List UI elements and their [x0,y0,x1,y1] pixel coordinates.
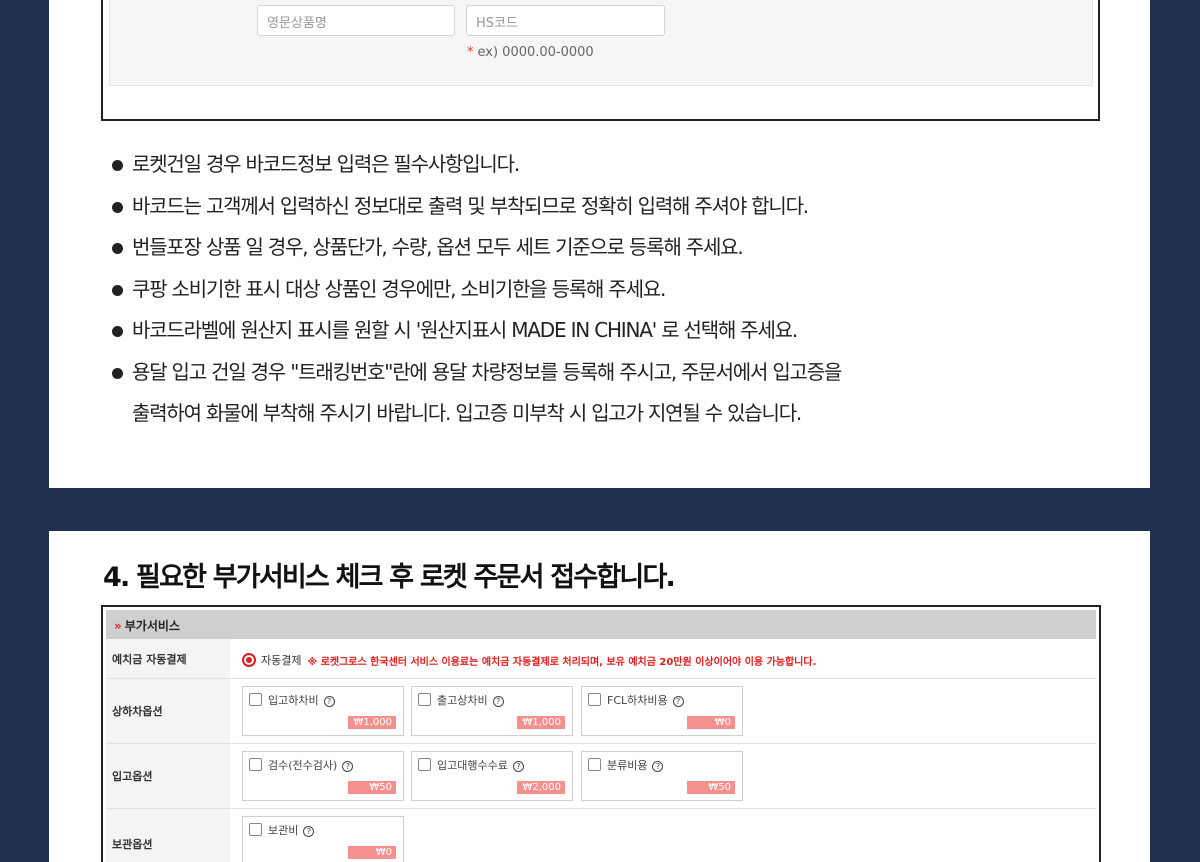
help-icon[interactable]: ? [303,826,315,837]
option-checkbox[interactable] [588,758,601,771]
hs-code-hint-text: ex) 0000.00-0000 [477,45,594,60]
option-checkbox[interactable] [249,758,262,771]
bullet-icon [112,160,123,171]
notice-text: 쿠팡 소비기한 표시 대상 상품인 경우에만, 소비기한을 등록해 주세요. [132,276,666,301]
row-label: 예치금 자동결제 [106,639,230,678]
bullet-icon [112,201,123,213]
row-label: 입고옵션 [106,744,230,808]
option-price: ₩1,000 [348,716,396,729]
service-option[interactable]: 분류비용? ₩50 [581,751,743,801]
loading-options-row: 상하차옵션 입고하차비? ₩1,000 출고상차비? ₩1,000 FCL하차비… [106,679,1096,744]
bullet-icon [112,367,123,379]
notice-item: 용달 입고 건일 경우 "트래킹번호"란에 용달 차량정보를 등록해 주시고, … [112,352,1102,435]
section-header-label: 부가서비스 [124,619,180,633]
row-label: 보관옵션 [106,809,230,862]
option-name: 입고하차비? [268,692,335,708]
radio-selected-dot-icon [246,657,252,663]
row-label: 상하차옵션 [106,679,230,743]
storage-options-row: 보관옵션 보관비? ₩0 [106,809,1096,862]
hs-code-hint: * ex) 0000.00-0000 [467,45,594,60]
deposit-row: 예치금 자동결제 자동결제 ※ 로켓그로스 한국센터 서비스 이용료는 예치금 … [106,639,1096,679]
inbound-options-row: 입고옵션 검수(전수검사)? ₩50 입고대행수수료? ₩2,000 분류비용?… [106,744,1096,809]
notice-item: 쿠팡 소비기한 표시 대상 상품인 경우에만, 소비기한을 등록해 주세요. [112,269,1102,311]
notice-text: 바코드라벨에 원산지 표시를 원할 시 '원산지표시 MADE IN CHINA… [132,318,798,342]
option-price: ₩50 [687,781,735,794]
product-form-frame: 영문상품명 HS코드 * ex) 0000.00-0000 [101,0,1100,121]
notice-text: 용달 입고 건일 경우 "트래킹번호"란에 용달 차량정보를 등록해 주시고, … [132,359,842,384]
notice-item: 로켓건일 경우 바코드정보 입력은 필수사항입니다. [112,144,1102,186]
auto-pay-radio-group: 자동결제 ※ 로켓그로스 한국센터 서비스 이용료는 예치금 자동결제로 처리되… [242,652,816,668]
notice-item: 번들포장 상품 일 경우, 상품단가, 수량, 옵션 모두 세트 기준으로 등록… [112,227,1102,269]
option-checkbox[interactable] [418,758,431,771]
service-option[interactable]: 검수(전수검사)? ₩50 [242,751,404,801]
option-checkbox[interactable] [588,693,601,706]
notice-text: 번들포장 상품 일 경우, 상품단가, 수량, 옵션 모두 세트 기준으로 등록… [132,235,744,259]
section-header: » 부가서비스 [106,610,1096,639]
bullet-icon [112,326,123,337]
notice-list: 로켓건일 경우 바코드정보 입력은 필수사항입니다. 바코드는 고객께서 입력하… [112,144,1102,435]
option-name: 보관비? [268,822,315,838]
additional-services-card: 4. 필요한 부가서비스 체크 후 로켓 주문서 접수합니다. » 부가서비스 예… [49,531,1150,862]
hs-code-input[interactable]: HS코드 [466,5,665,36]
option-checkbox[interactable] [418,693,431,706]
option-name: 검수(전수검사)? [268,757,354,773]
auto-pay-label: 자동결제 [261,654,302,667]
help-icon[interactable]: ? [492,696,504,707]
help-icon[interactable]: ? [672,696,684,707]
service-option[interactable]: 입고하차비? ₩1,000 [242,686,404,736]
service-option[interactable]: 출고상차비? ₩1,000 [411,686,573,736]
option-checkbox[interactable] [249,693,262,706]
product-form-panel: 영문상품명 HS코드 * ex) 0000.00-0000 [109,0,1093,86]
service-option[interactable]: 보관비? ₩0 [242,816,404,862]
double-chevron-right-icon: » [114,619,122,633]
required-star: * [467,45,474,60]
english-product-name-input[interactable]: 영문상품명 [257,5,455,36]
deposit-notice: ※ 로켓그로스 한국센터 서비스 이용료는 예치금 자동결제로 처리되며, 보유… [307,656,817,668]
help-icon[interactable]: ? [652,761,664,772]
bullet-icon [112,243,123,254]
notice-text: 로켓건일 경우 바코드정보 입력은 필수사항입니다. [132,152,520,176]
option-name: FCL하차비용? [607,692,684,708]
option-price: ₩1,000 [517,716,565,729]
option-checkbox[interactable] [249,823,262,836]
service-option[interactable]: 입고대행수수료? ₩2,000 [411,751,573,801]
option-price: ₩0 [348,846,396,859]
option-price: ₩0 [687,716,735,729]
service-option[interactable]: FCL하차비용? ₩0 [581,686,743,736]
notice-text-continued: 출력하여 화물에 부착해 주시기 바랍니다. 입고증 미부착 시 입고가 지연될… [132,401,802,425]
auto-pay-radio[interactable] [242,653,256,667]
option-name: 출고상차비? [437,692,504,708]
step-title: 4. 필요한 부가서비스 체크 후 로켓 주문서 접수합니다. [103,562,676,593]
option-price: ₩50 [348,781,396,794]
option-price: ₩2,000 [517,781,565,794]
option-name: 입고대행수수료? [437,757,524,773]
notice-item: 바코드라벨에 원산지 표시를 원할 시 '원산지표시 MADE IN CHINA… [112,310,1102,352]
services-frame: » 부가서비스 예치금 자동결제 자동결제 ※ 로켓그로스 한국센터 서비스 이용… [101,605,1101,862]
option-name: 분류비용? [607,757,664,773]
notice-item: 바코드는 고객께서 입력하신 정보대로 출력 및 부착되므로 정확히 입력해 주… [112,186,1102,228]
help-icon[interactable]: ? [512,761,524,772]
help-icon[interactable]: ? [342,761,354,772]
bullet-icon [112,284,123,296]
product-info-card: 영문상품명 HS코드 * ex) 0000.00-0000 로켓건일 경우 바코드… [49,0,1150,488]
help-icon[interactable]: ? [323,696,335,707]
notice-text: 바코드는 고객께서 입력하신 정보대로 출력 및 부착되므로 정확히 입력해 주… [132,193,809,218]
